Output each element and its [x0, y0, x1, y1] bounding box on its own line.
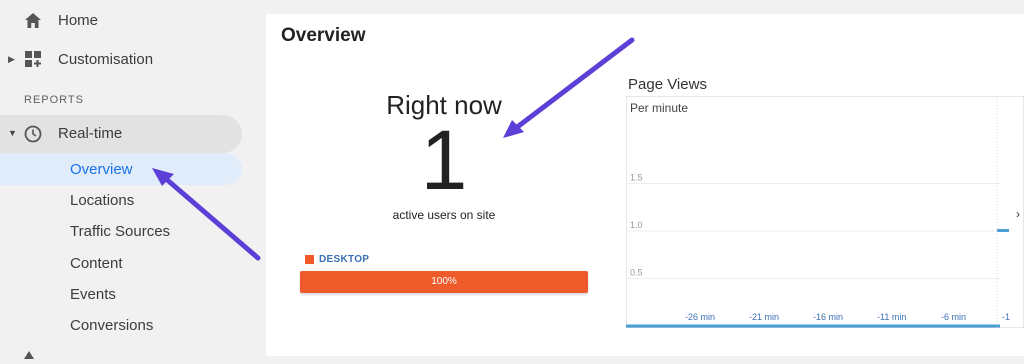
sidebar-item-traffic-sources[interactable]: Traffic Sources: [70, 223, 170, 240]
nav-realtime-label: Real-time: [58, 125, 123, 142]
sidebar: Home ▶ Customisation REPORTS ▼ Real-time…: [0, 0, 262, 359]
desktop-legend-swatch: [305, 255, 314, 264]
x-tick-label: -16 min: [813, 312, 843, 322]
nav-home-label: Home: [58, 11, 99, 29]
partial-nav-icon: [22, 346, 36, 359]
page-views-chart: Per minute 1.5 1.0 0.5 -26 min -21 min -16 m…: [626, 96, 1024, 328]
sidebar-item-label: Overview: [70, 161, 133, 178]
dashboard-plus-icon: [24, 50, 42, 68]
clock-icon: [24, 125, 42, 148]
y-tick-label: 1.0: [630, 220, 643, 230]
nav-realtime[interactable]: ▼ Real-time: [0, 115, 242, 153]
x-tick-label: -11 min: [877, 312, 906, 322]
x-tick-label: -6 min: [941, 312, 966, 322]
home-icon: [24, 11, 42, 29]
desktop-legend-label: DESKTOP: [319, 254, 370, 265]
sidebar-item-conversions[interactable]: Conversions: [70, 317, 153, 334]
x-tick-label: -26 min: [685, 312, 715, 322]
y-tick-label: 1.5: [630, 173, 643, 183]
desktop-share-label: 100%: [431, 276, 457, 287]
chart-title: Page Views: [628, 76, 707, 93]
active-users-label: active users on site: [392, 208, 496, 222]
chevron-right-icon[interactable]: ▶: [8, 54, 15, 65]
sidebar-item-events[interactable]: Events: [70, 286, 116, 303]
x-tick-label: -21 min: [749, 312, 779, 322]
chevron-right-icon[interactable]: ›: [1016, 207, 1020, 221]
sidebar-item-overview[interactable]: Overview: [0, 153, 242, 185]
chart-frame: [626, 96, 1024, 328]
nav-customisation-label: Customisation: [58, 50, 154, 68]
chart-subtitle: Per minute: [630, 101, 688, 115]
y-tick-label: 0.5: [630, 268, 643, 278]
sidebar-item-locations[interactable]: Locations: [70, 192, 134, 209]
page-title: Overview: [281, 25, 366, 46]
sidebar-item-content[interactable]: Content: [70, 255, 123, 272]
chevron-down-icon[interactable]: ▼: [8, 128, 17, 138]
active-user-count: 1: [420, 113, 468, 207]
x-tick-label: -1: [1002, 312, 1010, 322]
chart-bar[interactable]: [997, 229, 1009, 232]
section-reports-label: REPORTS: [24, 94, 84, 106]
